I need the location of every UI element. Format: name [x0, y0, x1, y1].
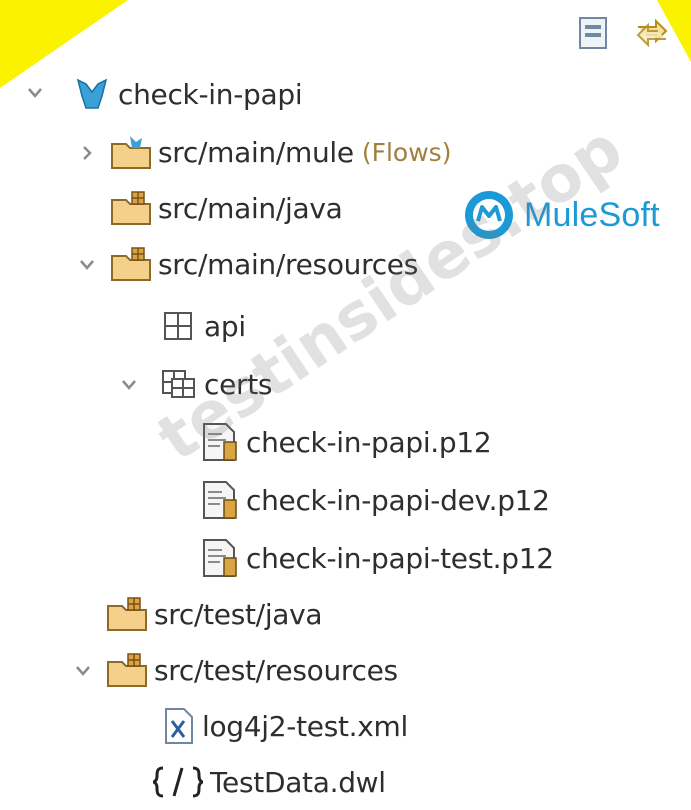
chevron-down-icon: [80, 260, 94, 270]
keystore-file-icon: [198, 480, 242, 520]
cert-dev-p12-label: check-in-papi-dev.p12: [246, 483, 550, 517]
src-main-java-label: src/main/java: [158, 191, 343, 225]
tree-item-src-test-java[interactable]: src/test/java: [106, 586, 323, 642]
cert-p12-label: check-in-papi.p12: [246, 425, 492, 459]
keystore-file-icon: [198, 538, 242, 578]
testdata-label: TestData.dwl: [210, 765, 386, 799]
dataweave-file-icon: [150, 762, 206, 802]
xml-file-icon: [160, 706, 198, 746]
tree-item-log4j2-test-xml[interactable]: log4j2-test.xml: [160, 698, 408, 754]
tree-item-cert-test-p12[interactable]: check-in-papi-test.p12: [198, 530, 554, 586]
expand-chevron-certs[interactable]: [118, 374, 140, 396]
tree-item-src-main-mule[interactable]: src/main/mule (Flows): [110, 124, 451, 180]
expand-chevron-src-main-resources[interactable]: [76, 254, 98, 276]
package-icon: [156, 306, 200, 346]
mule-folder-icon: [110, 132, 154, 172]
src-main-resources-label: src/main/resources: [158, 247, 418, 281]
tree-item-cert-dev-p12[interactable]: check-in-papi-dev.p12: [198, 472, 550, 528]
expand-chevron-project[interactable]: [24, 82, 46, 104]
package-icon: [156, 364, 200, 404]
tree-item-testdata-dwl[interactable]: TestData.dwl: [150, 754, 386, 810]
tree-item-src-main-resources[interactable]: src/main/resources: [110, 236, 418, 292]
chevron-down-icon: [122, 380, 136, 390]
chevron-down-icon: [76, 666, 90, 676]
mule-project-icon: [70, 74, 114, 114]
keystore-file-icon: [198, 422, 242, 462]
project-name: check-in-papi: [118, 77, 303, 111]
chevron-down-icon: [28, 88, 42, 98]
tree-item-api[interactable]: api: [156, 298, 246, 354]
tree-item-src-main-java[interactable]: src/main/java: [110, 180, 343, 236]
tree-item-certs[interactable]: certs: [156, 356, 273, 412]
source-folder-icon: [110, 188, 154, 228]
chevron-right-icon: [83, 146, 92, 160]
log4j2-label: log4j2-test.xml: [202, 709, 408, 743]
tree-item-src-test-resources[interactable]: src/test/resources: [106, 642, 398, 698]
expand-chevron-src-test-resources[interactable]: [72, 660, 94, 682]
source-folder-icon: [106, 650, 150, 690]
project-explorer-tree: check-in-papi src/main/mule (Flows) src/…: [0, 0, 691, 803]
src-main-mule-label: src/main/mule: [158, 135, 354, 169]
source-folder-icon: [110, 244, 154, 284]
tree-item-cert-p12[interactable]: check-in-papi.p12: [198, 414, 492, 470]
src-test-resources-label: src/test/resources: [154, 653, 398, 687]
api-label: api: [204, 309, 246, 343]
flows-tag: (Flows): [361, 137, 452, 167]
certs-label: certs: [204, 367, 273, 401]
tree-item-project[interactable]: check-in-papi: [70, 66, 303, 122]
cert-test-p12-label: check-in-papi-test.p12: [246, 541, 554, 575]
src-test-java-label: src/test/java: [154, 597, 323, 631]
source-folder-icon: [106, 594, 150, 634]
expand-chevron-src-main-mule[interactable]: [76, 142, 98, 164]
